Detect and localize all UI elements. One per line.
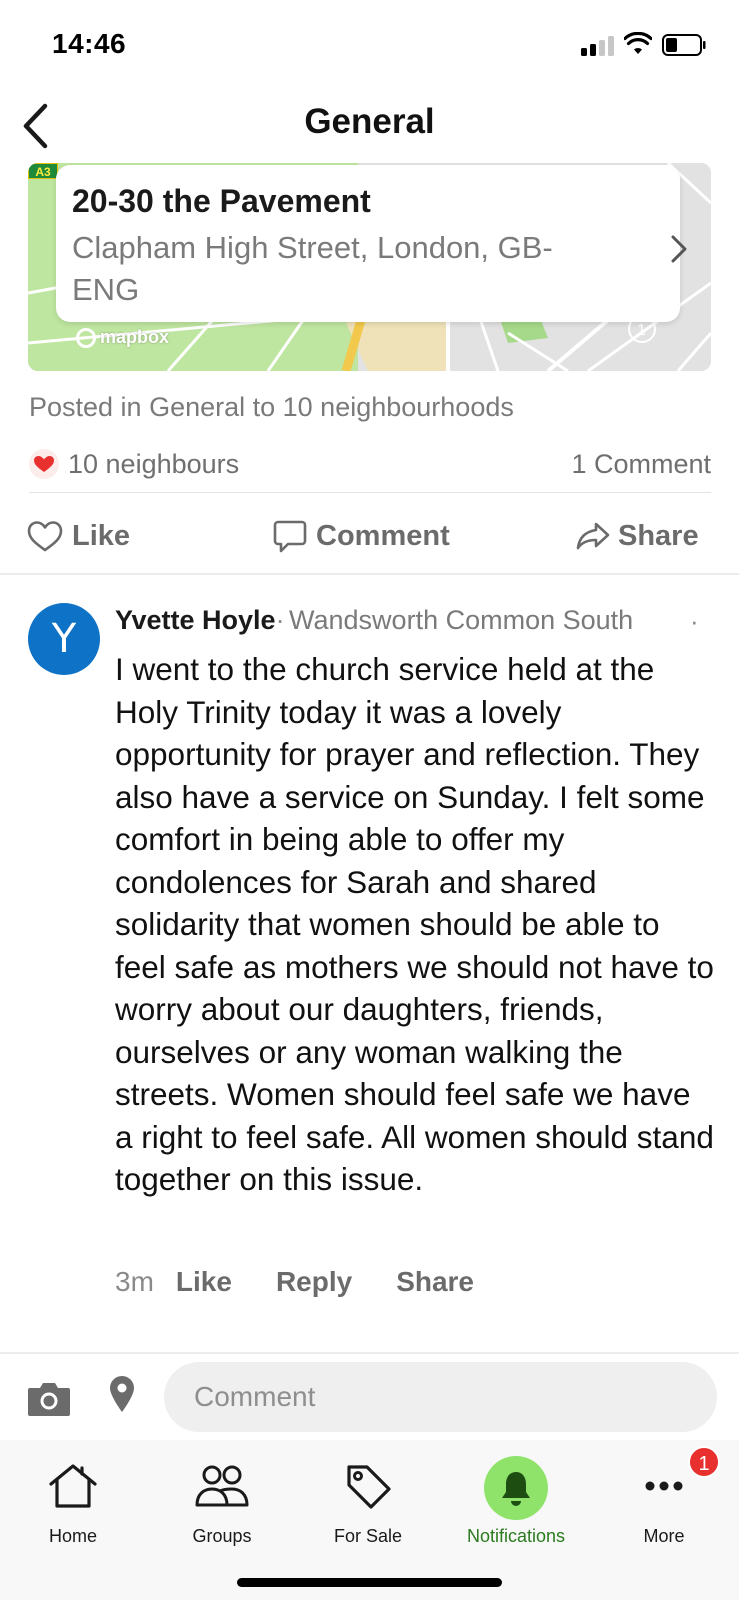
nav-for-sale-label: For Sale [333, 1526, 403, 1546]
share-arrow-icon [576, 522, 610, 550]
location-title: 20-30 the Pavement [72, 183, 371, 219]
reactions-row: 10 neighbours 1 Comment [29, 447, 711, 487]
comment-label: Comment [316, 519, 450, 552]
comment-footer: 3m Like Reply Share [115, 1262, 518, 1302]
nav-groups-label: Groups [192, 1526, 252, 1546]
comment-more-icon[interactable]: · [690, 606, 699, 637]
nav-notifications[interactable]: Notifications [446, 1440, 586, 1550]
separator-dot: · [275, 605, 285, 635]
speech-bubble-icon [273, 520, 307, 553]
nav-for-sale[interactable]: For Sale [298, 1440, 438, 1550]
more-notification-badge: 1 [688, 1446, 720, 1478]
status-bar: 14:46 [0, 0, 739, 92]
bottom-navigation: Home Groups For Sale Notifications More [0, 1440, 739, 1600]
section-divider [0, 573, 739, 575]
nav-more-label: More [643, 1526, 685, 1546]
camera-icon[interactable] [26, 1378, 72, 1418]
more-icon [645, 1481, 683, 1491]
reactions-count[interactable]: 10 neighbours [68, 449, 239, 480]
comment-header: Yvette Hoyle· Wandsworth Common South [115, 605, 715, 641]
wifi-icon [624, 32, 652, 54]
comment-share-button[interactable]: Share [396, 1266, 474, 1298]
top-header: General [0, 92, 739, 164]
groups-icon [195, 1465, 249, 1507]
comment-neighbourhood[interactable]: Wandsworth Common South [289, 605, 633, 635]
comment-button[interactable]: Comment [272, 508, 450, 564]
page-title: General [304, 102, 435, 141]
post-actions: Like Comment Share [26, 508, 712, 564]
location-pin-icon[interactable] [108, 1374, 136, 1414]
heart-reaction-icon [29, 449, 59, 479]
home-icon [49, 1464, 97, 1508]
comment-like-button[interactable]: Like [176, 1266, 232, 1298]
chevron-right-icon [671, 235, 687, 263]
posted-in-text: Posted in General to 10 neighbourhoods [29, 392, 514, 422]
bell-icon [502, 1472, 530, 1506]
comment-reply-button[interactable]: Reply [276, 1266, 352, 1298]
nav-home[interactable]: Home [3, 1440, 143, 1550]
status-time: 14:46 [52, 28, 127, 59]
battery-icon [662, 34, 706, 56]
mapbox-ring-icon [76, 327, 96, 348]
nav-notifications-label: Notifications [466, 1526, 566, 1546]
svg-text:1: 1 [637, 322, 646, 339]
nav-home-label: Home [48, 1526, 97, 1546]
heart-outline-icon [27, 521, 63, 552]
nav-groups[interactable]: Groups [152, 1440, 292, 1550]
mapbox-text: mapbox [100, 327, 170, 347]
share-label: Share [618, 519, 699, 552]
home-indicator[interactable] [237, 1578, 502, 1587]
notifications-active-indicator [484, 1456, 548, 1520]
comment-input[interactable] [164, 1362, 717, 1432]
location-card[interactable]: 20-30 the Pavement Clapham High Street, … [56, 165, 687, 322]
like-label: Like [72, 519, 131, 552]
tag-icon [347, 1465, 391, 1509]
comment-input-bar [0, 1352, 739, 1440]
location-subtitle: Clapham High Street, London, GB-ENG [72, 230, 553, 307]
like-button[interactable]: Like [26, 508, 130, 564]
share-button[interactable]: Share [576, 508, 699, 564]
location-map[interactable]: 1 A3 20-30 the Pavement Clapham High Str… [28, 163, 711, 371]
comment-body: I went to the church service held at the… [115, 651, 714, 1197]
comments-count[interactable]: 1 Comment [571, 449, 711, 480]
avatar[interactable]: Y [28, 603, 100, 675]
cellular-signal-icon [581, 34, 617, 56]
divider [29, 492, 711, 493]
mapbox-logo: mapbox [76, 327, 169, 348]
comment-author[interactable]: Yvette Hoyle [115, 605, 276, 635]
comment-time: 3m [115, 1266, 154, 1297]
road-badge: A3 [28, 163, 58, 179]
